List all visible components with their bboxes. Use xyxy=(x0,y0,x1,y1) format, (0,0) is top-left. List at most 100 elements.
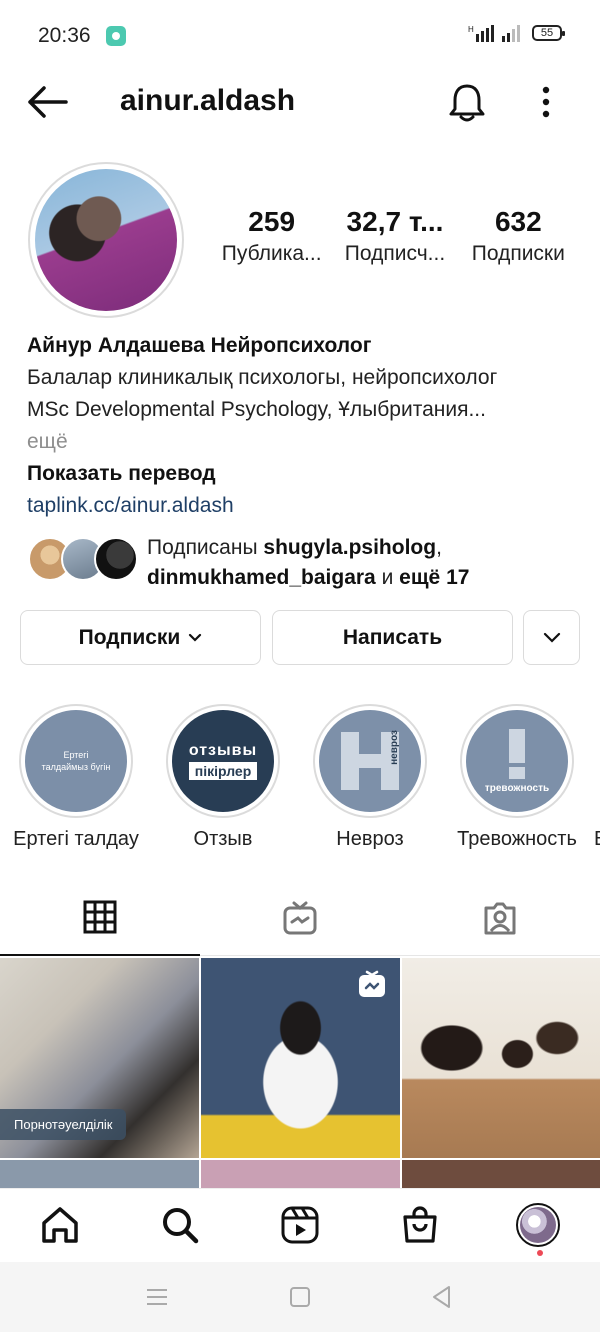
profile-tabs xyxy=(0,880,600,956)
highlight-label: Невроз xyxy=(336,828,404,850)
stat-followers[interactable]: 32,7 т... Подписч... xyxy=(333,206,456,266)
chevron-down-icon xyxy=(543,632,560,643)
profile-stats: 259 Публика... 32,7 т... Подписч... 632 … xyxy=(210,206,580,266)
highlight-cover-text: Ертегі талдаймыз бүгін xyxy=(41,750,111,772)
highlight-ring: Ертегі талдаймыз бүгін xyxy=(19,704,133,818)
highlight-label: Ертегі талдау xyxy=(13,828,139,850)
home-square-icon[interactable] xyxy=(287,1284,313,1310)
reels-icon xyxy=(281,1206,319,1244)
signal-2-icon xyxy=(502,25,520,42)
highlight-nevroz[interactable]: невроз Невроз xyxy=(300,704,440,851)
highlight-label: В xyxy=(594,828,600,851)
avatar-image xyxy=(35,169,177,311)
highlight-otzyv[interactable]: отзывы пікірлер Отзыв xyxy=(153,704,293,851)
igtv-badge-icon xyxy=(359,970,385,997)
nav-profile[interactable] xyxy=(516,1203,560,1247)
profile-avatar-icon xyxy=(516,1203,560,1247)
following-button[interactable]: Подписки xyxy=(20,610,261,665)
highlight-cover: Ертегі талдаймыз бүгін xyxy=(25,710,127,812)
arrow-left-icon xyxy=(28,86,68,118)
profile-header: ainur.aldash xyxy=(0,72,600,132)
shopping-bag-icon xyxy=(403,1206,437,1243)
post-thumbnail[interactable]: Порнотәуелділік xyxy=(0,958,199,1158)
exclamation-icon xyxy=(509,728,525,779)
nav-search[interactable] xyxy=(158,1203,202,1247)
status-bar: 20:36 H 55 xyxy=(0,0,600,72)
story-highlights: Ертегі талдаймыз бүгін Ертегі талдау отз… xyxy=(0,704,600,854)
battery-icon: 55 xyxy=(532,25,565,41)
igtv-icon xyxy=(283,901,317,935)
post-thumbnail[interactable] xyxy=(0,1160,199,1188)
highlight-cover: тревожность xyxy=(466,710,568,812)
back-triangle-icon[interactable] xyxy=(429,1284,455,1310)
stat-following[interactable]: 632 Подписки xyxy=(457,206,580,266)
grid-icon xyxy=(83,900,117,934)
posts-grid: Порнотәуелділік xyxy=(0,958,600,1188)
show-translation-link[interactable]: Показать перевод xyxy=(27,458,572,490)
message-button-label: Написать xyxy=(342,625,443,649)
menu-icon[interactable] xyxy=(144,1284,170,1310)
post-thumbnail[interactable] xyxy=(402,1160,600,1188)
highlight-partial[interactable]: В xyxy=(594,704,600,851)
signal-icon: H xyxy=(468,25,494,42)
bio-website-link[interactable]: taplink.cc/ainur.aldash xyxy=(27,490,572,522)
tab-igtv[interactable] xyxy=(200,880,400,956)
stat-following-label: Подписки xyxy=(471,242,565,265)
notification-dot xyxy=(537,1250,543,1256)
tab-posts-grid[interactable] xyxy=(0,880,200,956)
highlight-cover-text-2: пікірлер xyxy=(188,762,258,780)
stat-followers-label: Подписч... xyxy=(344,242,446,265)
mutual-followers[interactable]: Подписаны shugyla.psiholog, dinmukhamed_… xyxy=(28,535,588,591)
suggested-users-button[interactable] xyxy=(523,610,580,665)
bio-name: Айнур Алдашева Нейропсихолог xyxy=(27,334,372,357)
bio-line-2: MSc Developmental Psychology, Ұлыбритани… xyxy=(27,398,486,421)
post-thumbnail-igtv[interactable] xyxy=(201,958,400,1158)
highlight-trevozhnost[interactable]: тревожность Тревожность xyxy=(447,704,587,851)
stat-followers-count: 32,7 т... xyxy=(346,206,444,237)
mutual-followers-text: Подписаны shugyla.psiholog, dinmukhamed_… xyxy=(147,533,469,593)
profile-bio: Айнур Алдашева Нейропсихолог Балалар кли… xyxy=(27,330,572,522)
bio-more-link[interactable]: ещё xyxy=(27,426,572,458)
back-button[interactable] xyxy=(26,84,68,120)
bell-icon xyxy=(449,84,485,122)
nav-shop[interactable] xyxy=(398,1203,442,1247)
stat-posts-count: 259 xyxy=(248,206,296,237)
home-icon xyxy=(42,1207,78,1243)
mutual-user-1[interactable]: shugyla.psiholog xyxy=(263,536,436,559)
status-time: 20:36 xyxy=(38,24,91,47)
highlight-cover: невроз xyxy=(319,710,421,812)
system-navigation-bar xyxy=(0,1262,600,1332)
app-notification-icon xyxy=(106,26,126,46)
more-vertical-icon xyxy=(542,86,550,118)
highlight-cover: отзывы пікірлер xyxy=(172,710,274,812)
stat-posts[interactable]: 259 Публика... xyxy=(210,206,333,266)
highlight-ring: невроз xyxy=(313,704,427,818)
post-thumbnail[interactable] xyxy=(402,958,600,1158)
mutual-user-2[interactable]: dinmukhamed_baigara xyxy=(147,566,376,589)
mutual-separator: , xyxy=(436,536,442,559)
profile-username: ainur.aldash xyxy=(120,84,296,117)
stat-following-count: 632 xyxy=(494,206,542,237)
highlight-ertegi[interactable]: Ертегі талдаймыз бүгін Ертегі талдау xyxy=(6,704,146,851)
post-caption: Порнотәуелділік xyxy=(0,1109,127,1140)
mutual-and: и xyxy=(381,566,394,589)
highlight-label: Тревожность xyxy=(457,828,577,850)
profile-actions: Подписки Написать xyxy=(20,610,580,666)
notifications-button[interactable] xyxy=(446,80,488,124)
stat-posts-label: Публика... xyxy=(221,242,322,265)
mutual-rest[interactable]: ещё 17 xyxy=(399,566,469,589)
nav-reels[interactable] xyxy=(278,1203,322,1247)
more-options-button[interactable] xyxy=(530,82,562,124)
mutual-prefix: Подписаны xyxy=(147,536,258,559)
nav-home[interactable] xyxy=(38,1203,82,1247)
post-thumbnail[interactable] xyxy=(201,1160,400,1188)
mutual-avatars xyxy=(28,537,138,583)
highlight-cover-text: тревожность xyxy=(484,782,550,794)
tagged-person-icon xyxy=(484,902,516,935)
tab-tagged[interactable] xyxy=(400,880,600,956)
highlight-cover-text: невроз xyxy=(388,730,400,765)
message-button[interactable]: Написать xyxy=(272,610,513,665)
highlight-cover-text-1: отзывы xyxy=(188,742,258,759)
highlight-ring: тревожность xyxy=(460,704,574,818)
profile-avatar[interactable] xyxy=(28,162,184,318)
